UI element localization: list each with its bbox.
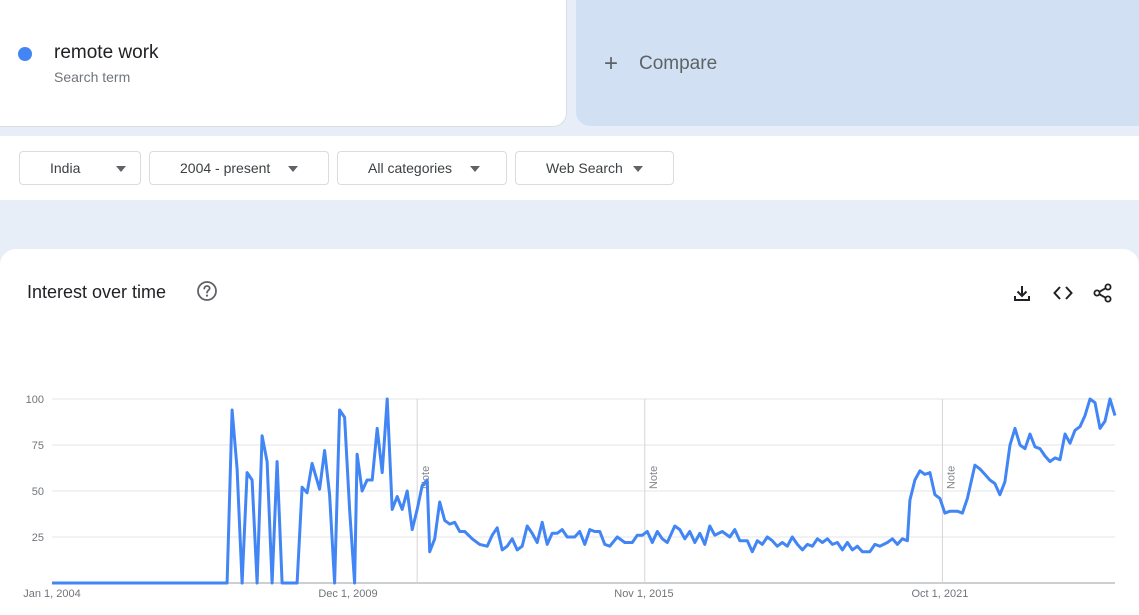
region-filter-dropdown[interactable]: India [19,151,141,185]
y-tick-label: 75 [32,440,44,452]
note-marker-label[interactable]: Note [945,466,957,489]
time-range-filter-dropdown[interactable]: 2004 - present [149,151,329,185]
category-filter-dropdown[interactable]: All categories [337,151,507,185]
category-filter-label: All categories [368,160,453,176]
search-type-filter-label: Web Search [546,160,623,176]
x-tick-label: Nov 1, 2015 [614,588,673,600]
plus-icon: + [604,50,619,77]
time-range-filter-label: 2004 - present [180,160,271,176]
caret-down-icon [633,166,643,172]
region-filter-label: India [50,160,81,176]
compare-button[interactable]: + Compare [576,0,1139,126]
note-marker-label[interactable]: Note [648,466,660,489]
search-term-name[interactable]: remote work [54,42,159,64]
caret-down-icon [470,166,480,172]
search-term-color-dot [18,47,32,61]
caret-down-icon [116,166,126,172]
x-tick-label: Dec 1, 2009 [318,588,377,600]
caret-down-icon [288,166,298,172]
search-type-filter-dropdown[interactable]: Web Search [515,151,674,185]
interest-over-time-card: Interest over time 25 50 75 100 Note Note Note… [0,249,1139,615]
search-term-card[interactable]: remote work Search term [0,0,567,127]
x-tick-label: Oct 1, 2021 [911,588,968,600]
y-tick-label: 100 [26,394,44,406]
filter-bar: India 2004 - present All categories Web … [0,136,1139,200]
search-term-sublabel: Search term [54,69,131,85]
compare-label: Compare [639,53,718,74]
y-tick-label: 25 [32,532,44,544]
y-tick-label: 50 [32,486,44,498]
interest-over-time-chart[interactable]: 255075100Note Note NoteJan 1, 2004 Dec 1, 2… [0,249,1139,615]
x-tick-label: Jan 1, 2004 [23,588,81,600]
